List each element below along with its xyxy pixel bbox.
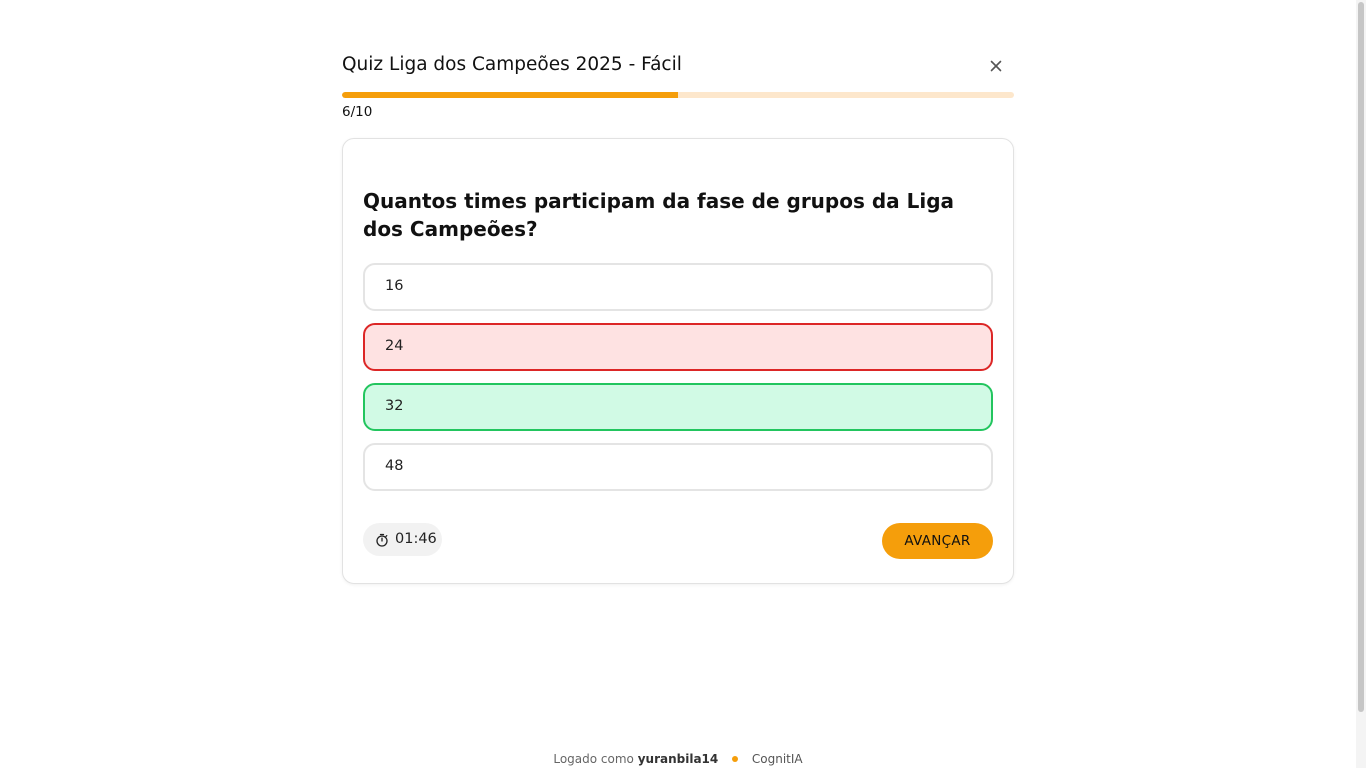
- page-scrollbar-thumb[interactable]: [1358, 2, 1364, 712]
- answer-option-16[interactable]: 16: [363, 263, 993, 311]
- quiz-header-container: Quiz Liga dos Campeões 2025 - Fácil 6/10: [342, 50, 1014, 120]
- progress-bar: [342, 92, 1014, 98]
- advance-button[interactable]: AVANÇAR: [882, 523, 993, 559]
- answer-option-24[interactable]: 24: [363, 323, 993, 371]
- answer-option-32[interactable]: 32: [363, 383, 993, 431]
- answer-option-48[interactable]: 48: [363, 443, 993, 491]
- footer-separator-dot: [732, 755, 739, 762]
- question-card: Quantos times participam da fase de grup…: [342, 138, 1014, 584]
- answer-option-label: 48: [385, 458, 404, 474]
- page-scrollbar[interactable]: [1356, 0, 1366, 768]
- question-text: Quantos times participam da fase de grup…: [363, 189, 955, 241]
- footer-brand: CognitIA: [751, 752, 803, 766]
- timer-value: 01:46: [395, 531, 437, 547]
- close-icon: [990, 60, 1002, 72]
- quiz-page: Quiz Liga dos Campeões 2025 - Fácil 6/10…: [0, 0, 1366, 768]
- footer-logged-as-label: Logado como: [553, 752, 634, 766]
- answer-option-label: 24: [385, 338, 404, 354]
- progress-bar-fill: [342, 92, 678, 98]
- close-button[interactable]: [986, 56, 1006, 76]
- progress-label: 6/10: [342, 104, 373, 120]
- answer-option-label: 32: [385, 398, 404, 414]
- footer: Logado como yuranbila14 CognitIA: [0, 752, 1356, 766]
- quiz-title: Quiz Liga dos Campeões 2025 - Fácil: [342, 54, 682, 75]
- answer-option-label: 16: [385, 278, 404, 294]
- stopwatch-icon: [376, 533, 388, 547]
- footer-username: yuranbila14: [637, 752, 719, 766]
- timer-badge: 01:46: [363, 523, 442, 556]
- quiz-header: Quiz Liga dos Campeões 2025 - Fácil: [342, 50, 1014, 82]
